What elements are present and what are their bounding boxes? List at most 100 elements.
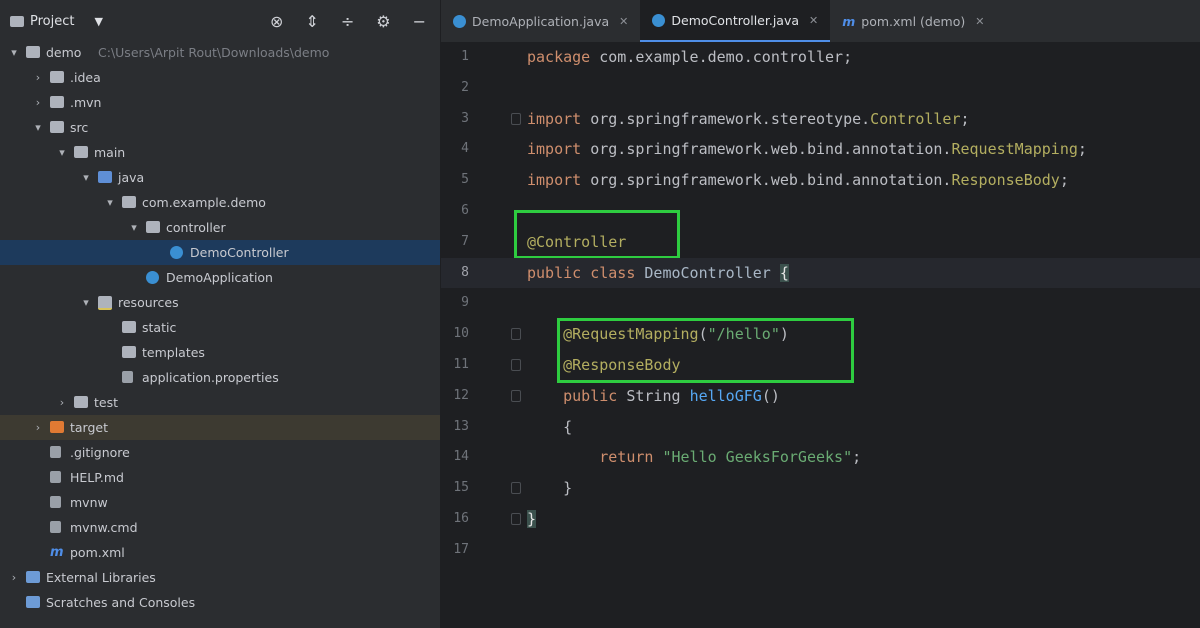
fold-marker-icon[interactable] (511, 112, 521, 125)
folder-icon (26, 46, 40, 58)
tree-item-label: templates (142, 345, 205, 360)
code-text: public String helloGFG() (527, 381, 780, 412)
excluded-folder-icon (50, 421, 64, 433)
code-line[interactable]: 8 public class DemoController { (441, 257, 1200, 289)
chevron-down-icon[interactable]: ▾ (104, 190, 116, 215)
code-line[interactable]: 9 (441, 288, 1200, 319)
tree-item-src[interactable]: ▾ src (0, 115, 440, 140)
code-line[interactable]: 11 @ResponseBody (441, 350, 1200, 381)
class-icon (652, 13, 666, 27)
code-line[interactable]: 14 return "Hello GeeksForGeeks"; (441, 442, 1200, 473)
code-line[interactable]: 10 @RequestMapping("/hello") (441, 319, 1200, 350)
tree-item-pom-xml[interactable]: m pom.xml (0, 540, 440, 565)
close-icon[interactable]: ✕ (975, 15, 984, 28)
tree-item-label: application.properties (142, 370, 279, 385)
project-panel-header: Project ▼ ⊗ ⇕ ÷ ⚙ − (0, 0, 440, 42)
code-token: { (779, 263, 789, 282)
tree-item-test[interactable]: › test (0, 390, 440, 415)
code-line[interactable]: 12 public String helloGFG() (441, 381, 1200, 412)
tree-item-mvnw[interactable]: mvnw (0, 490, 440, 515)
class-icon (453, 14, 466, 28)
tab-democontroller-java[interactable]: DemoController.java ✕ (640, 0, 831, 42)
chevron-down-icon[interactable]: ▾ (8, 40, 20, 65)
chevron-down-icon[interactable]: ▾ (32, 115, 44, 140)
chevron-down-icon[interactable]: ▾ (128, 215, 140, 240)
tree-item-main[interactable]: ▾ main (0, 140, 440, 165)
chevron-right-icon[interactable]: › (32, 90, 44, 115)
project-path: C:\Users\Arpit Rout\Downloads\demo (98, 45, 330, 60)
tree-item-java[interactable]: ▾ java (0, 165, 440, 190)
tab-pom-xml-demo[interactable]: m pom.xml (demo) ✕ (830, 0, 996, 42)
chevron-right-icon[interactable]: › (56, 390, 68, 415)
line-number: 13 (453, 418, 469, 434)
chevron-down-icon[interactable]: ▾ (56, 140, 68, 165)
code-line[interactable]: 6 (441, 196, 1200, 227)
code-token: ; (1059, 171, 1069, 190)
tab-label: DemoApplication.java (472, 13, 610, 29)
tree-item-help-md[interactable]: HELP.md (0, 465, 440, 490)
tree-item-static[interactable]: static (0, 315, 440, 340)
code-text: @Controller (527, 227, 626, 258)
tree-item-label: target (70, 420, 109, 435)
chevron-down-icon[interactable]: ▾ (80, 290, 92, 315)
project-view-selector[interactable]: Project ▼ (10, 14, 103, 29)
code-line[interactable]: 7 @Controller (441, 227, 1200, 258)
code-line[interactable]: 5 import org.springframework.web.bind.ann… (441, 165, 1200, 196)
close-icon[interactable]: ✕ (619, 15, 628, 28)
tree-item-resources[interactable]: ▾ resources (0, 290, 440, 315)
folder-icon (50, 121, 64, 133)
minimize-icon[interactable]: − (413, 12, 426, 31)
tree-item-mvnw-cmd[interactable]: mvnw.cmd (0, 515, 440, 540)
tree-item-demoapplication[interactable]: DemoApplication (0, 265, 440, 290)
locate-icon[interactable]: ⊗ (270, 12, 283, 31)
line-number: 7 (461, 233, 469, 249)
collapse-all-icon[interactable]: ÷ (341, 12, 354, 31)
chevron-down-icon[interactable]: ▾ (80, 165, 92, 190)
tree-item-controller[interactable]: ▾ controller (0, 215, 440, 240)
tab-label: pom.xml (demo) (861, 13, 966, 29)
tree-item-mvn[interactable]: › .mvn (0, 90, 440, 115)
code-token: ; (1077, 140, 1087, 159)
code-line[interactable]: 13 { (441, 412, 1200, 443)
fold-marker-icon[interactable] (511, 512, 521, 525)
code-line[interactable]: 15 } (441, 473, 1200, 504)
fold-marker-icon[interactable] (511, 482, 521, 495)
line-number: 16 (453, 510, 469, 526)
fold-marker-icon[interactable] (511, 389, 521, 402)
tree-item-target[interactable]: › target (0, 415, 440, 440)
chevron-right-icon[interactable]: › (32, 65, 44, 90)
java-class-icon (146, 271, 159, 284)
code-token: "/hello" (707, 325, 780, 344)
chevron-right-icon[interactable]: › (8, 565, 20, 590)
folder-icon (10, 15, 24, 27)
resources-folder-icon (98, 296, 112, 310)
file-icon (122, 371, 133, 383)
tree-item-external-libraries[interactable]: › External Libraries (0, 565, 440, 590)
tree-item-label: demo (46, 45, 82, 60)
line-number: 15 (453, 480, 469, 496)
tree-item-idea[interactable]: › .idea (0, 65, 440, 90)
tree-item-gitignore[interactable]: .gitignore (0, 440, 440, 465)
close-icon[interactable]: ✕ (809, 14, 818, 27)
tree-item-application-properties[interactable]: application.properties (0, 365, 440, 390)
fold-marker-icon[interactable] (511, 358, 521, 371)
chevron-right-icon[interactable]: › (32, 415, 44, 440)
gear-icon[interactable]: ⚙ (376, 12, 390, 31)
code-line[interactable]: 4 import org.springframework.web.bind.ann… (441, 134, 1200, 165)
code-line[interactable]: 16} (441, 504, 1200, 535)
tree-item-scratches-and-consoles[interactable]: Scratches and Consoles (0, 590, 440, 615)
code-line[interactable]: 3 import org.springframework.stereotype.C… (441, 104, 1200, 135)
tree-item-templates[interactable]: templates (0, 340, 440, 365)
file-icon (50, 471, 61, 483)
fold-marker-icon[interactable] (511, 328, 521, 341)
tree-item-democontroller[interactable]: DemoController (0, 240, 440, 265)
tree-item-com-example-demo[interactable]: ▾ com.example.demo (0, 190, 440, 215)
tab-demoapplication-java[interactable]: DemoApplication.java ✕ (441, 0, 640, 42)
expand-all-icon[interactable]: ⇕ (305, 12, 318, 31)
code-line[interactable]: 17 (441, 535, 1200, 566)
code-line[interactable]: 2 (441, 73, 1200, 104)
code-editor[interactable]: 1 package com.example.demo.controller; 2 3 i… (441, 42, 1200, 628)
tree-item-demo[interactable]: ▾ demo C:\Users\Arpit Rout\Downloads\demo (0, 40, 440, 65)
code-line[interactable]: 1 package com.example.demo.controller; (441, 42, 1200, 73)
